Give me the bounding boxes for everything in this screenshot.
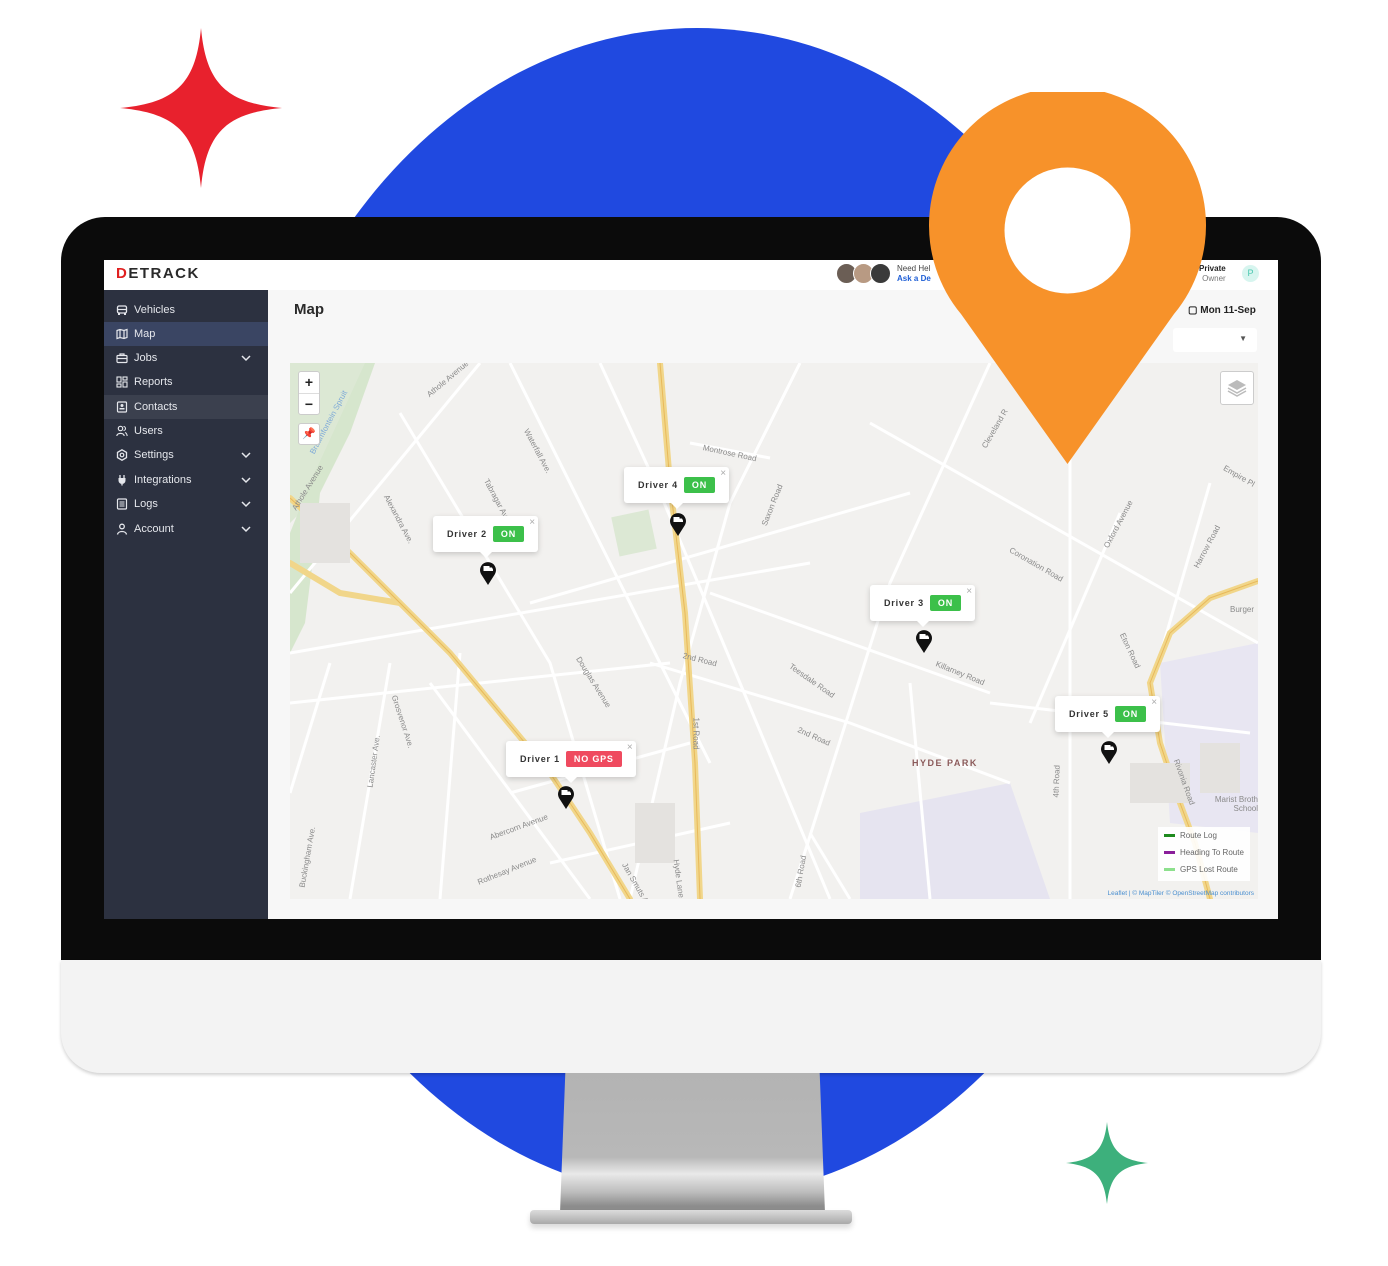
close-icon[interactable]: ×: [627, 742, 633, 753]
zoom-in-button[interactable]: +: [299, 372, 319, 394]
support-avatars[interactable]: [836, 263, 891, 284]
vehicle-marker-icon[interactable]: [1099, 738, 1119, 764]
legend-swatch: [1164, 868, 1175, 871]
close-icon[interactable]: ×: [1151, 697, 1157, 708]
driver-popup[interactable]: Driver 1 NO GPS ×: [506, 741, 636, 783]
log-icon: [116, 498, 128, 510]
status-badge: NO GPS: [565, 751, 622, 767]
sidebar-item-users[interactable]: Users: [104, 419, 268, 443]
briefcase-icon: [116, 352, 128, 364]
user-avatar[interactable]: P: [1242, 265, 1259, 282]
chevron-down-icon[interactable]: [240, 523, 252, 535]
caret-down-icon: ▼: [1239, 334, 1247, 343]
legend-swatch: [1164, 851, 1175, 854]
green-sparkle-icon: [1066, 1122, 1148, 1204]
legend-swatch: [1164, 834, 1175, 837]
driver-popup[interactable]: Driver 3 ON ×: [870, 585, 976, 627]
driver-popup[interactable]: Driver 4 ON ×: [624, 467, 730, 509]
route-legend: Route Log Heading To Route GPS Lost Rout…: [1158, 827, 1250, 881]
layers-icon: [1227, 380, 1247, 397]
vehicle-marker-icon[interactable]: [478, 559, 498, 585]
close-icon[interactable]: ×: [966, 586, 972, 597]
area-label: HYDE PARK: [912, 758, 978, 768]
vehicle-marker-icon[interactable]: [668, 510, 688, 536]
avatar: [870, 263, 891, 284]
driver-name: Driver 1: [520, 754, 560, 764]
sidebar-item-vehicles[interactable]: Vehicles: [104, 298, 268, 322]
road-label: Marist Broth School: [1214, 795, 1258, 813]
sidebar-item-account[interactable]: Account: [104, 517, 268, 541]
map-icon: [116, 328, 128, 340]
monitor-chin: [61, 960, 1321, 1073]
driver-name: Driver 2: [447, 529, 487, 539]
status-badge: ON: [929, 595, 962, 611]
plug-icon: [116, 474, 128, 486]
chevron-down-icon[interactable]: [240, 498, 252, 510]
chevron-down-icon[interactable]: [240, 449, 252, 461]
monitor-stand-foot: [530, 1210, 852, 1224]
sidebar-item-map[interactable]: Map: [104, 322, 268, 346]
driver-name: Driver 5: [1069, 709, 1109, 719]
sidebar-item-settings[interactable]: Settings: [104, 443, 268, 467]
driver-popup[interactable]: Driver 5 ON ×: [1055, 696, 1161, 738]
road-label: 4th Road: [1051, 764, 1062, 798]
status-badge: ON: [683, 477, 716, 493]
sidebar-item-logs[interactable]: Logs: [104, 492, 268, 516]
contact-card-icon: [116, 401, 128, 413]
zoom-out-button[interactable]: −: [299, 394, 319, 415]
page-title: Map: [294, 301, 324, 318]
close-icon[interactable]: ×: [720, 468, 726, 479]
status-badge: ON: [1114, 706, 1147, 722]
sidebar-item-jobs[interactable]: Jobs: [104, 346, 268, 370]
sidebar-item-contacts[interactable]: Contacts: [104, 395, 268, 419]
driver-name: Driver 4: [638, 480, 678, 490]
legend-item: Route Log: [1158, 827, 1250, 844]
zoom-control: + −: [298, 371, 320, 415]
road-label: Burger: [1230, 605, 1255, 614]
pin-button[interactable]: 📌: [298, 423, 320, 445]
car-icon: [116, 304, 128, 316]
gear-icon: [116, 449, 128, 461]
sidebar-item-reports[interactable]: Reports: [104, 370, 268, 394]
legend-item: Heading To Route: [1158, 844, 1250, 861]
status-badge: ON: [492, 526, 525, 542]
users-icon: [116, 425, 128, 437]
layers-button[interactable]: [1220, 371, 1254, 405]
vehicle-marker-icon[interactable]: [556, 783, 576, 809]
user-icon: [116, 523, 128, 535]
pushpin-icon: 📌: [302, 428, 316, 440]
chevron-down-icon[interactable]: [240, 474, 252, 486]
dashboard-icon: [116, 376, 128, 388]
sidebar-item-integrations[interactable]: Integrations: [104, 468, 268, 492]
red-sparkle-icon: [120, 28, 282, 188]
location-pin-icon: [929, 92, 1206, 464]
road-label: 1st Road: [691, 717, 701, 750]
driver-popup[interactable]: Driver 2 ON ×: [433, 516, 539, 558]
driver-name: Driver 3: [884, 598, 924, 608]
help-link[interactable]: Need Hel Ask a De: [897, 264, 931, 284]
monitor-stand: [560, 1073, 825, 1213]
chevron-down-icon[interactable]: [240, 352, 252, 364]
sidebar: Vehicles Map Jobs Reports Contacts Users…: [104, 290, 268, 919]
map-attribution[interactable]: Leaflet | © MapTiler © OpenStreetMap con…: [1107, 890, 1254, 897]
detrack-logo[interactable]: DETRACK: [116, 265, 200, 282]
vehicle-marker-icon[interactable]: [914, 627, 934, 653]
close-icon[interactable]: ×: [529, 517, 535, 528]
legend-item: GPS Lost Route: [1158, 861, 1250, 878]
